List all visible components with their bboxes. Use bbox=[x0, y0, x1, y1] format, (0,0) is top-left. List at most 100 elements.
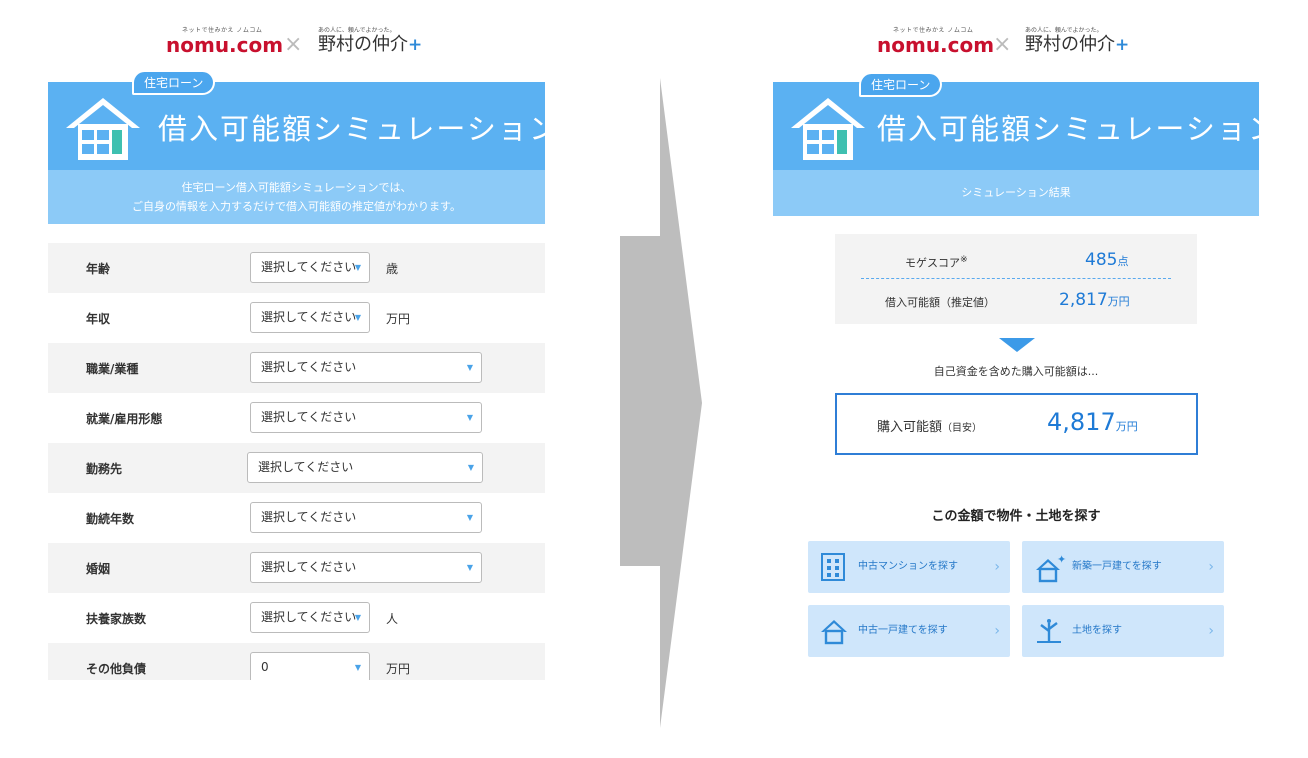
plus-icon: + bbox=[1115, 35, 1130, 55]
intro-text: 住宅ローン借入可能額シミュレーションでは、 ご自身の情報を入力するだけで借入可能… bbox=[48, 170, 545, 224]
form-row-income: 年収 選択してください ▼ 万円 bbox=[48, 293, 545, 343]
form-row-occupation: 職業/業種 選択してください ▼ bbox=[48, 343, 545, 393]
chevron-right-icon: › bbox=[994, 559, 1000, 575]
result-screen: ネットで住みかえ ノムコム nomu.com × あの人に、頼んでよかった。 野… bbox=[773, 0, 1277, 680]
housing-loan-badge: 住宅ローン bbox=[859, 72, 943, 97]
nakai-brand: 野村の仲介+ bbox=[1025, 34, 1129, 56]
search-used-condo-label: 中古マンションを探す bbox=[858, 561, 958, 572]
form-row-age: 年齢 選択してください ▼ 歳 bbox=[48, 243, 545, 293]
moge-score-label: モゲスコア※ bbox=[905, 254, 968, 271]
income-select-value: 選択してください bbox=[261, 310, 357, 324]
workplace-select-value: 選択してください bbox=[258, 460, 354, 474]
house-calculator-icon bbox=[66, 98, 140, 160]
caret-down-icon: ▼ bbox=[466, 513, 473, 522]
chevron-right-icon: › bbox=[1208, 623, 1214, 639]
footnote-mark: ※ bbox=[960, 254, 968, 265]
logo-bar: ネットで住みかえ ノムコム nomu.com × あの人に、頼んでよかった。 野… bbox=[48, 0, 545, 80]
workplace-select[interactable]: 選択してください ▼ bbox=[247, 452, 483, 483]
nakai-tagline: あの人に、頼んでよかった。 bbox=[1025, 27, 1103, 34]
page-title: 借入可能額シミュレーション bbox=[158, 112, 545, 146]
logo-separator: × bbox=[284, 32, 303, 57]
house-icon bbox=[821, 620, 847, 645]
years-label: 勤続年数 bbox=[86, 511, 135, 526]
purchase-number: 4,817 bbox=[1047, 408, 1116, 436]
income-unit: 万円 bbox=[386, 311, 411, 326]
caret-down-icon: ▼ bbox=[466, 563, 473, 572]
search-used-condo-button[interactable]: 中古マンションを探す › bbox=[808, 541, 1010, 593]
caret-down-icon: ▼ bbox=[354, 663, 361, 672]
age-label: 年齢 bbox=[86, 261, 111, 276]
occupation-select-value: 選択してください bbox=[261, 360, 357, 374]
loan-amount-label: 借入可能額（推定値） bbox=[885, 296, 995, 309]
loan-amount-value: 2,817万円 bbox=[1059, 290, 1130, 310]
title-banner: 借入可能額シミュレーション bbox=[48, 82, 545, 170]
purchase-box: 購入可能額（目安） 4,817万円 bbox=[835, 393, 1198, 455]
search-new-house-label: 新築一戸建てを探す bbox=[1072, 561, 1162, 572]
years-select-value: 選択してください bbox=[261, 510, 357, 524]
caret-down-icon: ▼ bbox=[354, 613, 361, 622]
caret-down-icon: ▼ bbox=[354, 263, 361, 272]
intro-line-1: 住宅ローン借入可能額シミュレーションでは、 bbox=[181, 181, 412, 194]
form-row-other-debt: その他負債 0 ▼ 万円 bbox=[48, 643, 545, 680]
loan-amount-unit: 万円 bbox=[1107, 295, 1130, 308]
nakai-brand-text: 野村の仲介 bbox=[318, 34, 408, 55]
other-debt-select[interactable]: 0 ▼ bbox=[250, 652, 370, 680]
plus-icon: + bbox=[408, 35, 423, 55]
form-screen: ネットで住みかえ ノムコム nomu.com × あの人に、頼んでよかった。 野… bbox=[48, 0, 545, 680]
years-select[interactable]: 選択してください ▼ bbox=[250, 502, 482, 533]
purchase-unit: 万円 bbox=[1115, 420, 1138, 433]
income-select[interactable]: 選択してください ▼ bbox=[250, 302, 370, 333]
search-land-label: 土地を探す bbox=[1072, 625, 1122, 636]
nomu-brand: nomu.com bbox=[166, 33, 284, 57]
housing-loan-badge: 住宅ローン bbox=[132, 70, 216, 95]
nakai-tagline: あの人に、頼んでよかった。 bbox=[318, 27, 396, 34]
age-select-value: 選択してください bbox=[261, 260, 357, 274]
nomu-logo[interactable]: ネットで住みかえ ノムコム nomu.com bbox=[166, 25, 283, 56]
loan-amount-number: 2,817 bbox=[1059, 290, 1108, 310]
search-land-button[interactable]: 土地を探す › bbox=[1022, 605, 1224, 657]
marital-select[interactable]: 選択してください ▼ bbox=[250, 552, 482, 583]
dependents-label: 扶養家族数 bbox=[86, 611, 147, 626]
nomu-logo[interactable]: ネットで住みかえ ノムコム nomu.com bbox=[877, 25, 994, 56]
moge-score-value: 485点 bbox=[1085, 250, 1128, 270]
dependents-unit: 人 bbox=[386, 611, 399, 626]
new-house-icon: ✦ bbox=[1036, 553, 1066, 583]
search-new-house-button[interactable]: ✦ 新築一戸建てを探す › bbox=[1022, 541, 1224, 593]
caret-down-icon: ▼ bbox=[467, 463, 474, 472]
purchase-value: 4,817万円 bbox=[1047, 408, 1138, 436]
purchase-caption: 自己資金を含めた購入可能額は... bbox=[933, 365, 1099, 378]
marital-select-value: 選択してください bbox=[261, 560, 357, 574]
purchase-label-sub: （目安） bbox=[942, 423, 983, 434]
moge-score-number: 485 bbox=[1085, 250, 1118, 270]
workplace-label: 勤務先 bbox=[86, 461, 123, 476]
caret-down-icon: ▼ bbox=[466, 363, 473, 372]
age-select[interactable]: 選択してください ▼ bbox=[250, 252, 370, 283]
employment-select[interactable]: 選択してください ▼ bbox=[250, 402, 482, 433]
moge-score-unit: 点 bbox=[1117, 255, 1129, 268]
occupation-select[interactable]: 選択してください ▼ bbox=[250, 352, 482, 383]
nakai-brand-text: 野村の仲介 bbox=[1025, 34, 1115, 55]
nakai-logo[interactable]: あの人に、頼んでよかった。 野村の仲介+ bbox=[1025, 25, 1129, 56]
svg-text:✦: ✦ bbox=[1057, 553, 1066, 566]
form-row-workplace: 勤務先 選択してください ▼ bbox=[48, 443, 545, 493]
form-row-marital: 婚姻 選択してください ▼ bbox=[48, 543, 545, 593]
down-triangle-icon bbox=[999, 338, 1035, 352]
loan-amount-row: 借入可能額（推定値） 2,817万円 bbox=[835, 280, 1197, 320]
divider bbox=[861, 278, 1171, 279]
result-subheading: シミュレーション結果 bbox=[773, 170, 1259, 216]
chevron-right-icon: › bbox=[1208, 559, 1214, 575]
nakai-brand: 野村の仲介+ bbox=[318, 34, 422, 56]
income-label: 年収 bbox=[86, 311, 111, 326]
form-row-years: 勤続年数 選択してください ▼ bbox=[48, 493, 545, 543]
nakai-logo[interactable]: あの人に、頼んでよかった。 野村の仲介+ bbox=[318, 25, 422, 56]
age-unit: 歳 bbox=[386, 261, 399, 276]
search-used-house-button[interactable]: 中古一戸建てを探す › bbox=[808, 605, 1010, 657]
nomu-brand: nomu.com bbox=[877, 33, 995, 57]
form-row-employment: 就業/雇用形態 選択してください ▼ bbox=[48, 393, 545, 443]
moge-score-row: モゲスコア※ 485点 bbox=[835, 238, 1197, 278]
dependents-select[interactable]: 選択してください ▼ bbox=[250, 602, 370, 633]
search-used-house-label: 中古一戸建てを探す bbox=[858, 625, 948, 636]
employment-label: 就業/雇用形態 bbox=[86, 411, 163, 426]
moge-score-label-text: モゲスコア bbox=[905, 256, 960, 270]
search-title: この金額で物件・土地を探す bbox=[931, 509, 1101, 524]
